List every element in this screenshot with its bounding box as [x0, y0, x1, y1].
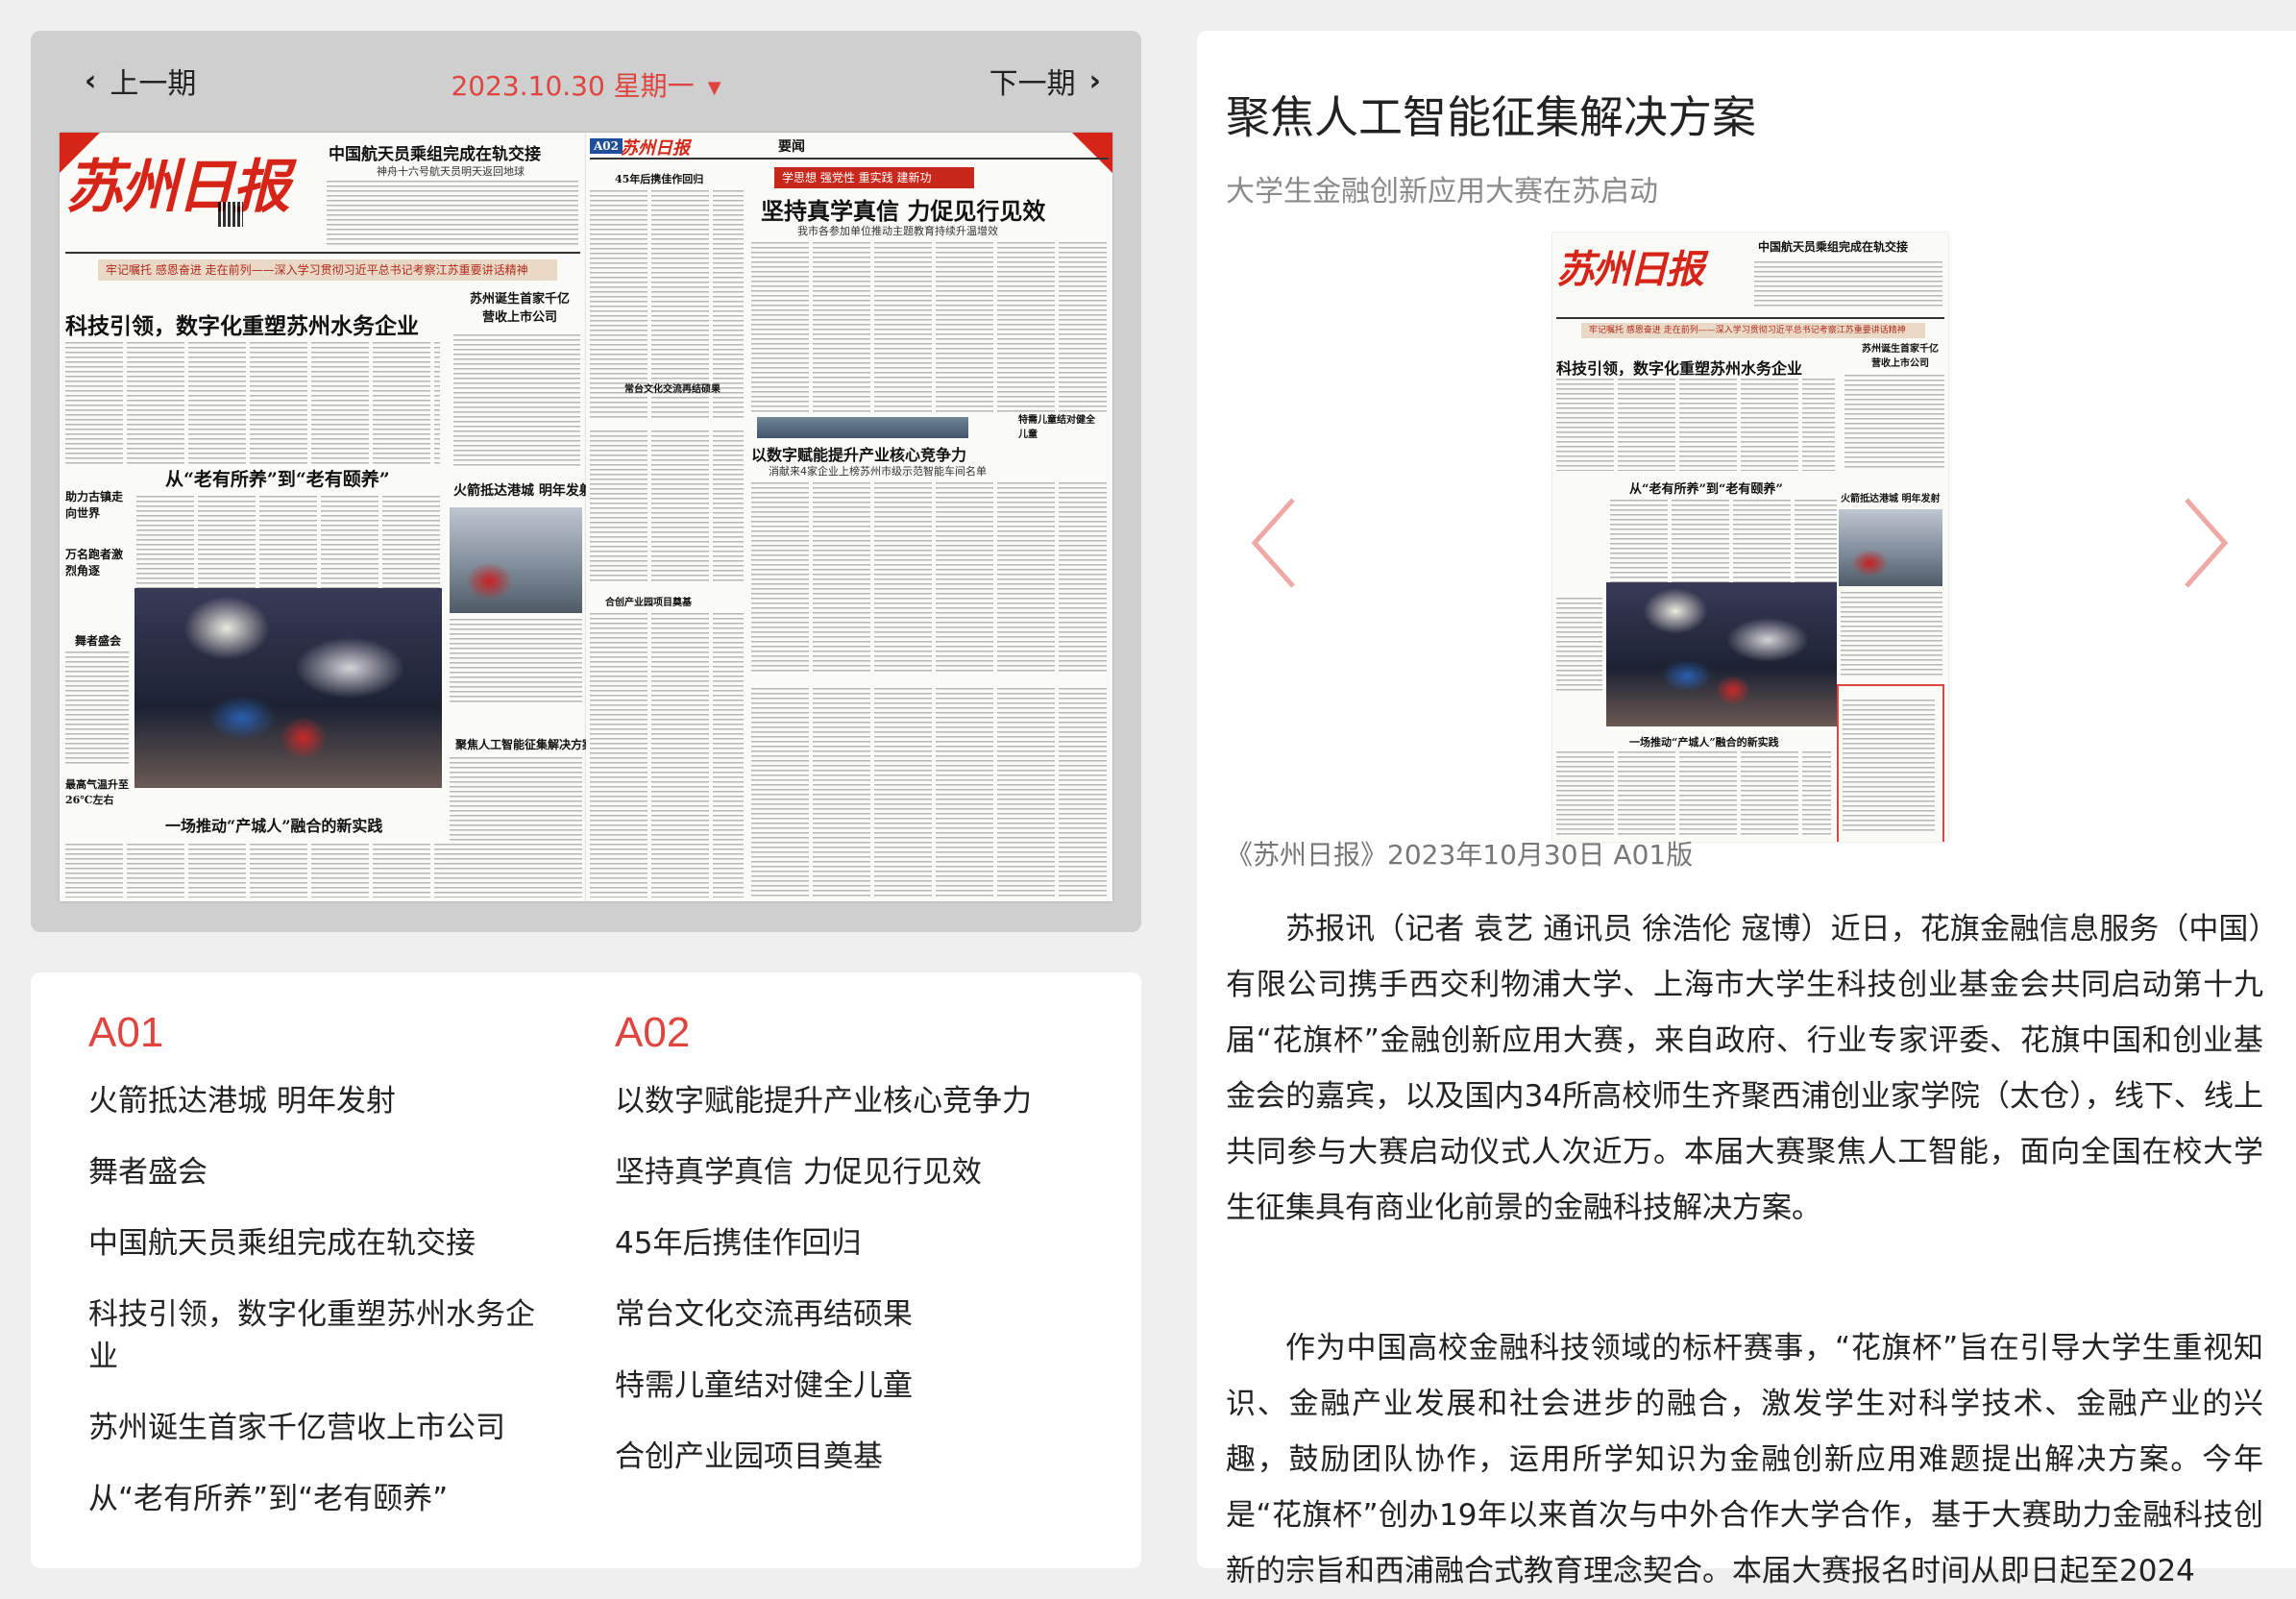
a02-lead-sub: 我市各参加单位推动主题教育持续升温增效: [797, 225, 998, 237]
page-thumbnail[interactable]: 苏州日报 中国航天员乘组完成在轨交接 牢记嘱托 感恩奋进 走在前列——深入学习贯…: [1552, 233, 1948, 842]
a01-banner: 牢记嘱托 感恩奋进 走在前列——深入学习贯彻习近平总书记考察江苏重要讲话精神: [98, 259, 557, 281]
epaper-viewer: ‹ 上一期 2023.10.30 星期一 ▼ 下一期 › 苏州日报 中国航天员乘组…: [31, 31, 1141, 932]
thumb-top-headline: 中国航天员乘组完成在轨交接: [1758, 240, 1909, 254]
text-block: [450, 757, 582, 898]
index-link[interactable]: 以数字赋能提升产业核心竞争力: [615, 1080, 1095, 1122]
index-link[interactable]: 特需儿童结对健全儿童: [615, 1365, 1095, 1407]
a02-masthead: 苏州日报: [621, 138, 690, 159]
article-paragraph: 苏报讯（记者 袁艺 通讯员 徐浩伦 寇博）近日，花旗金融信息服务（中国）有限公司…: [1226, 912, 2263, 1225]
a02-left-mid[interactable]: 常台文化交流再结硕果: [624, 381, 721, 395]
page-corner-marker: [1072, 133, 1112, 173]
article-title: 聚焦人工智能征集解决方案: [1226, 91, 1756, 143]
thumb-masthead: 苏州日报: [1556, 247, 1704, 292]
a02-page-tag: A02: [590, 138, 623, 154]
text-block: [751, 242, 1107, 415]
text-block: [1556, 751, 1831, 838]
page-a01[interactable]: 苏州日报 中国航天员乘组完成在轨交接 神舟十六号航天员明天返回地球 牢记嘱托 感…: [60, 133, 586, 901]
divider: [65, 252, 580, 254]
dance-photo: [1606, 582, 1837, 726]
index-link[interactable]: 中国航天员乘组完成在轨交接: [88, 1222, 569, 1265]
index-link[interactable]: 常台文化交流再结硕果: [615, 1293, 1095, 1336]
a01-top-sub: 神舟十六号航天员明天返回地球: [377, 165, 525, 178]
thumb-side-headline: 苏州诞生首家千亿营收上市公司: [1862, 344, 1939, 369]
index-link[interactable]: 从“老有所养”到“老有颐养”: [88, 1478, 569, 1520]
chevron-right-icon: ›: [1088, 63, 1101, 98]
thumb-bottom-headline: 一场推动“产城人”融合的新实践: [1629, 736, 1779, 749]
arrow-right-icon[interactable]: [2177, 490, 2235, 596]
article-paragraph: 作为中国高校金融科技领域的标杆赛事，“花旗杯”旨在引导大学生重视知识、金融产业发…: [1226, 1331, 2263, 1588]
a02-mid-sub: 消献来4家企业上榜苏州市级示范智能车间名单: [769, 465, 987, 478]
rocket-photo: [1839, 509, 1942, 586]
index-link[interactable]: 火箭抵达港城 明年发射: [88, 1080, 569, 1122]
qr-code-icon: [218, 202, 243, 227]
caret-down-icon: ▼: [707, 77, 721, 98]
article-subtitle: 大学生金融创新应用大赛在苏启动: [1226, 175, 1658, 209]
text-block: [590, 430, 744, 584]
a02-right-small[interactable]: 特需儿童结对健全儿童: [1018, 411, 1095, 440]
text-block: [65, 844, 450, 898]
arrow-left-icon[interactable]: [1245, 490, 1303, 596]
next-issue-button[interactable]: 下一期 ›: [989, 60, 1101, 102]
next-issue-label: 下一期: [989, 67, 1076, 101]
index-link[interactable]: 科技引领，数字化重塑苏州水务企业: [88, 1293, 540, 1378]
index-column-a01: A01 火箭抵达港城 明年发射 舞者盛会 中国航天员乘组完成在轨交接 科技引领，…: [88, 1009, 569, 1549]
a01-dance-label[interactable]: 舞者盛会: [75, 632, 121, 649]
text-block: [450, 619, 582, 705]
index-column-a02: A02 以数字赋能提升产业核心竞争力 坚持真学真信 力促见行见效 45年后携佳作…: [615, 1009, 1095, 1507]
text-block: [1754, 261, 1942, 309]
a01-top-headline[interactable]: 中国航天员乘组完成在轨交接: [329, 140, 541, 164]
article-panel: 聚焦人工智能征集解决方案 大学生金融创新应用大赛在苏启动 苏州日报 中国航天员乘…: [1197, 31, 2296, 1588]
text-block: [590, 613, 744, 898]
text-block: [1843, 700, 1935, 834]
masthead-logo: 苏州日报: [65, 154, 290, 221]
dance-photo: [134, 588, 442, 788]
text-block: [327, 181, 578, 248]
a01-mid-headline[interactable]: 从“老有所养”到“老有颐养”: [165, 465, 390, 491]
article-source: 《苏州日报》2023年10月30日 A01版: [1226, 839, 1694, 871]
a01-brief-2[interactable]: 万名跑者激烈角逐: [65, 546, 129, 578]
a02-lead-headline[interactable]: 坚持真学真信 力促见行见效: [761, 192, 1045, 226]
text-block: [751, 482, 1107, 675]
page-a02[interactable]: A02 苏州日报 要闻 45年后携佳作回归 学思想 强党性 重实践 建新功 坚持…: [586, 133, 1112, 901]
a01-brief-1[interactable]: 助力古镇走向世界: [65, 488, 129, 521]
text-block: [453, 334, 580, 469]
text-block: [751, 688, 1107, 898]
index-link[interactable]: 45年后携佳作回归: [615, 1222, 1095, 1265]
a01-side-headline[interactable]: 苏州诞生首家千亿营收上市公司: [467, 288, 573, 325]
index-page-label[interactable]: A02: [615, 1009, 1095, 1057]
text-block: [65, 652, 129, 767]
thumb-mid-headline: 从“老有所养”到“老有颐养”: [1629, 482, 1783, 497]
a02-top-left[interactable]: 45年后携佳作回归: [615, 171, 703, 186]
text-block: [1610, 500, 1837, 596]
text-block: [1556, 379, 1835, 471]
text-block: [65, 342, 440, 467]
text-block: [1556, 598, 1602, 694]
a02-banner: 学思想 强党性 重实践 建新功: [774, 167, 974, 188]
a01-weather: 最高气温升至26℃左右: [65, 778, 129, 806]
rocket-photo: [450, 507, 582, 613]
index-link[interactable]: 苏州诞生首家千亿营收上市公司: [88, 1407, 569, 1449]
issue-date: 2023.10.30 星期一: [451, 70, 695, 102]
a01-rocket-headline[interactable]: 火箭抵达港城 明年发射: [453, 480, 586, 500]
text-block: [1841, 592, 1942, 678]
index-link[interactable]: 舞者盛会: [88, 1151, 569, 1193]
divider: [1556, 317, 1944, 319]
banner-photo: [757, 417, 968, 438]
a01-bottom-right-headline[interactable]: 聚焦人工智能征集解决方案: [455, 736, 586, 752]
a02-mid-headline[interactable]: 以数字赋能提升产业核心竞争力: [751, 442, 966, 465]
issue-date-selector[interactable]: 2023.10.30 星期一 ▼: [31, 65, 1141, 104]
text-block: [1844, 375, 1944, 471]
divider: [590, 158, 1109, 160]
thumb-lead-headline: 科技引领，数字化重塑苏州水务企业: [1556, 359, 1803, 378]
index-link[interactable]: 合创产业园项目奠基: [615, 1436, 1095, 1478]
article-index: A01 火箭抵达港城 明年发射 舞者盛会 中国航天员乘组完成在轨交接 科技引领，…: [31, 972, 1141, 1568]
thumb-rocket-headline: 火箭抵达港城 明年发射: [1841, 494, 1941, 504]
a01-lead-headline[interactable]: 科技引领，数字化重塑苏州水务企业: [65, 308, 419, 340]
index-link[interactable]: 坚持真学真信 力促见行见效: [615, 1151, 1095, 1193]
thumb-banner: 牢记嘱托 感恩奋进 走在前列——深入学习贯彻习近平总书记考察江苏重要讲话精神: [1581, 323, 1925, 338]
a02-left-low[interactable]: 合创产业园项目奠基: [605, 594, 692, 608]
a02-section: 要闻: [778, 139, 805, 155]
a01-bottom-headline[interactable]: 一场推动“产城人”融合的新实践: [165, 813, 382, 836]
index-page-label[interactable]: A01: [88, 1009, 569, 1057]
